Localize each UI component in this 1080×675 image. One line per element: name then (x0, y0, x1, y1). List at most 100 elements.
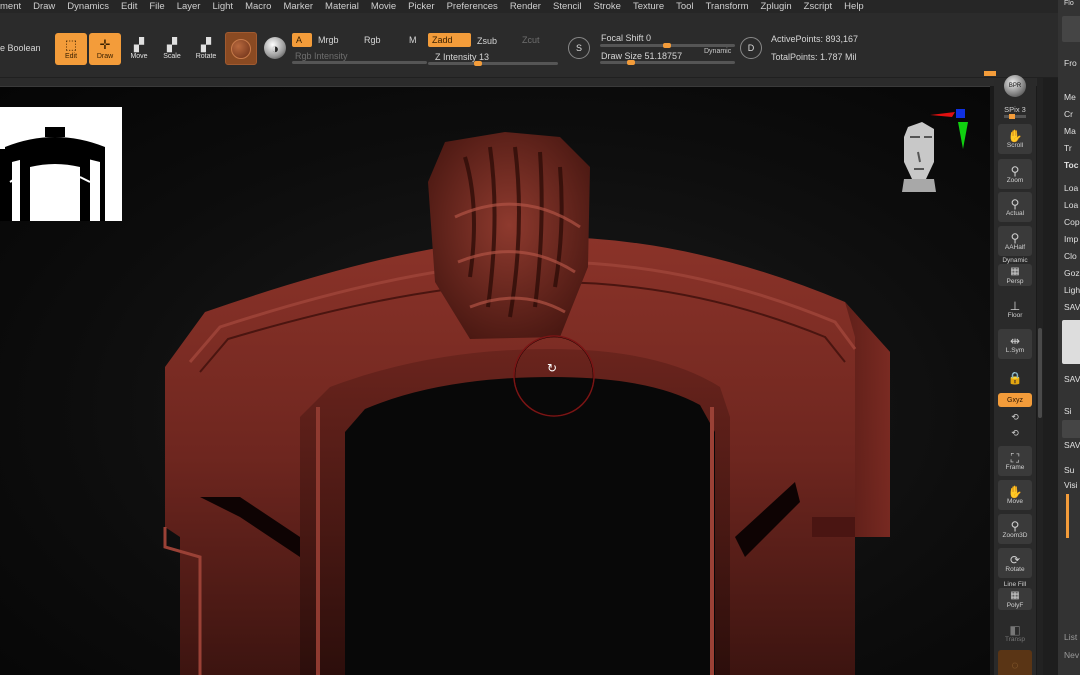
tray-item-15[interactable]: SAV (1064, 440, 1080, 450)
tray-item-18[interactable]: List (1064, 632, 1077, 642)
tray-box-a[interactable] (1062, 420, 1080, 438)
lsym-button[interactable]: ⇹ L.Sym (998, 329, 1032, 359)
menu-stencil[interactable]: Stencil (547, 1, 588, 12)
draw-size-label[interactable]: Draw Size 51.18757 (601, 51, 682, 61)
menu-render[interactable]: Render (504, 1, 547, 12)
rotate-z-icon[interactable]: ⟲ (994, 428, 1036, 439)
a-toggle[interactable]: A (292, 33, 312, 47)
tray-item-13[interactable]: SAV (1064, 374, 1080, 384)
menu-macro[interactable]: Macro (239, 1, 277, 12)
tray-item-1[interactable]: Cr (1064, 109, 1073, 119)
menu-zscript[interactable]: Zscript (798, 1, 839, 12)
lazymouse-icon[interactable]: S (568, 37, 590, 59)
zoom-button[interactable]: ⚲ Zoom (998, 159, 1032, 189)
menu-transform[interactable]: Transform (700, 1, 755, 12)
edit-button[interactable]: ⬚ Edit (55, 33, 87, 65)
z-intensity-slider[interactable] (428, 62, 558, 65)
persp-button[interactable]: ▦ Persp (998, 264, 1032, 286)
spix-handle[interactable] (1009, 114, 1015, 119)
tray-item-2[interactable]: Ma (1064, 126, 1076, 136)
polyf-button[interactable]: ▦ PolyF (998, 588, 1032, 610)
rgb-toggle[interactable]: Rgb (360, 33, 400, 47)
bpr-button[interactable]: BPR (998, 72, 1032, 100)
tray-thumbnail[interactable] (1062, 320, 1080, 364)
tray-item-12[interactable]: SAV (1064, 302, 1080, 312)
material-swatch[interactable] (225, 32, 257, 65)
rotate-button[interactable]: ▞ Rotate (190, 33, 222, 65)
draw-button[interactable]: ✛ Draw (89, 33, 121, 65)
menu-material[interactable]: Material (319, 1, 365, 12)
ghost-button[interactable]: ◌ (998, 650, 1032, 675)
shelf-scroll-thumb[interactable] (1038, 328, 1042, 418)
tray-from[interactable]: Fro (1064, 58, 1077, 68)
spix-label[interactable]: SPix 3 (994, 105, 1036, 114)
menu-movie[interactable]: Movie (365, 1, 402, 12)
scroll-button[interactable]: ✋ Scroll (998, 124, 1032, 154)
menu-stroke[interactable]: Stroke (588, 1, 627, 12)
a-label: A (296, 35, 303, 45)
scale-button[interactable]: ▞ Scale (156, 33, 188, 65)
aahalf-button[interactable]: ⚲ AAHalf (998, 226, 1032, 256)
live-boolean-button[interactable]: e Boolean (0, 43, 41, 53)
menu-picker[interactable]: Picker (402, 1, 440, 12)
focal-shift-handle[interactable] (663, 43, 671, 48)
silhouette-thumbnail[interactable] (0, 107, 122, 221)
tray-item-4[interactable]: Toc (1064, 160, 1078, 170)
zsub-toggle[interactable]: Zsub (473, 34, 513, 48)
menu-zplugin[interactable]: Zplugin (755, 1, 798, 12)
tray-top-icon[interactable] (1062, 16, 1080, 42)
menu-preferences[interactable]: Preferences (441, 1, 504, 12)
move-view-button[interactable]: ✋ Move (998, 480, 1032, 510)
menu-marker[interactable]: Marker (277, 1, 319, 12)
menu-light[interactable]: Light (206, 1, 239, 12)
lock-button[interactable]: 🔒 (998, 363, 1032, 393)
xyz-button[interactable]: Gxyz (998, 393, 1032, 407)
menu-dynamics[interactable]: Dynamics (61, 1, 115, 12)
tray-item-9[interactable]: Clo (1064, 251, 1077, 261)
floor-button[interactable]: ⊥ Floor (998, 294, 1032, 324)
actual-button[interactable]: ⚲ Actual (998, 192, 1032, 222)
tray-item-0[interactable]: Me (1064, 92, 1076, 102)
zoom3d-button[interactable]: ⚲ Zoom3D (998, 514, 1032, 544)
menu-tool[interactable]: Tool (670, 1, 699, 12)
tray-item-17[interactable]: Visi (1064, 480, 1078, 490)
tray-top-label[interactable]: Flo (1064, 0, 1074, 7)
menu-file[interactable]: File (143, 1, 170, 12)
tray-item-3[interactable]: Tr (1064, 143, 1072, 153)
menu-texture[interactable]: Texture (627, 1, 670, 12)
viewport-canvas[interactable]: ↻ (0, 86, 990, 675)
frame-button[interactable]: ⛶ Frame (998, 446, 1032, 476)
rotate-view-button[interactable]: ⟳ Rotate (998, 548, 1032, 578)
draw-size-handle[interactable] (627, 60, 635, 65)
backface-mask-icon[interactable]: D (740, 37, 762, 59)
zcut-toggle[interactable]: Zcut (518, 33, 558, 47)
menu-layer[interactable]: Layer (171, 1, 207, 12)
spix-slider[interactable] (1004, 115, 1026, 118)
zadd-toggle[interactable]: Zadd (428, 33, 471, 47)
focal-shift-label[interactable]: Focal Shift 0 (601, 33, 651, 43)
menu-draw[interactable]: Draw (27, 1, 61, 12)
mrgb-toggle[interactable]: Mrgb (314, 33, 354, 47)
draw-size-slider[interactable] (600, 61, 735, 64)
dynamic-toggle[interactable]: Dynamic (704, 48, 731, 55)
tray-item-14[interactable]: Si (1064, 406, 1072, 416)
z-intensity-handle[interactable] (474, 61, 482, 66)
menu-edit[interactable]: Edit (115, 1, 143, 12)
m-toggle[interactable]: M (405, 33, 425, 47)
rgb-intensity-slider[interactable] (292, 61, 427, 64)
move-button[interactable]: ▞ Move (123, 33, 155, 65)
tray-item-7[interactable]: Cop (1064, 217, 1080, 227)
rotate-y-icon[interactable]: ⟲ (994, 412, 1036, 423)
tray-item-10[interactable]: Goz (1064, 268, 1080, 278)
menu-help[interactable]: Help (838, 1, 870, 12)
color-sphere-icon[interactable]: ◑ (264, 37, 286, 59)
navigation-gizmo[interactable] (890, 107, 970, 197)
transp-button[interactable]: ◧ Transp (998, 618, 1032, 648)
menu-alignment[interactable]: ment (0, 1, 27, 12)
tray-item-19[interactable]: Nev (1064, 650, 1079, 660)
tray-item-8[interactable]: Imp (1064, 234, 1078, 244)
tray-item-5[interactable]: Loa (1064, 183, 1078, 193)
tray-item-16[interactable]: Su (1064, 465, 1074, 475)
tray-item-6[interactable]: Loa (1064, 200, 1078, 210)
tray-item-11[interactable]: Ligh (1064, 285, 1080, 295)
